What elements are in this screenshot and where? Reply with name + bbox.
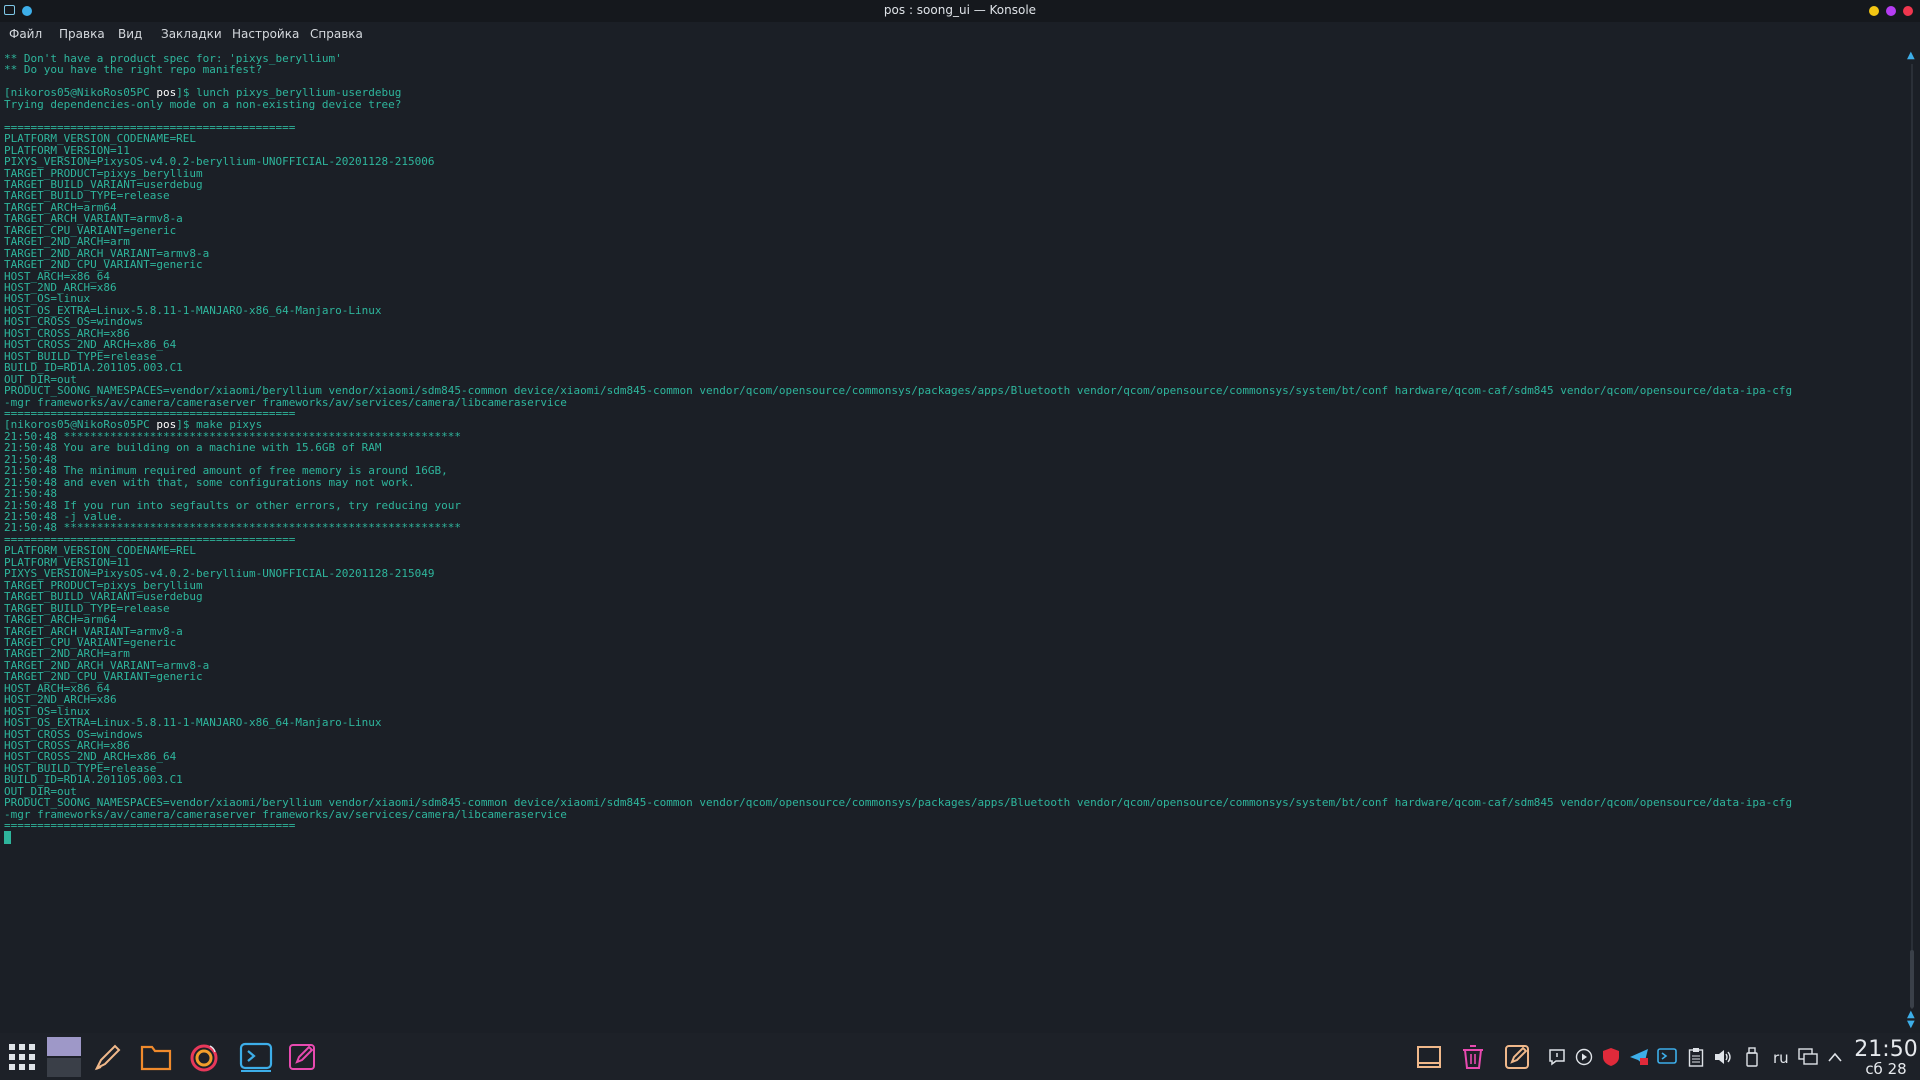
dolphin-icon[interactable] [140,1041,172,1073]
chevron-up-icon[interactable] [1825,1047,1845,1067]
konsole-tray-icon[interactable] [1657,1047,1677,1067]
firefox-icon[interactable] [188,1041,220,1073]
menu-settings[interactable]: Настройка [232,27,299,41]
menu-edit[interactable]: Правка [59,27,105,41]
clipboard-icon[interactable] [1686,1047,1706,1067]
show-desktop-icon[interactable] [1413,1041,1445,1073]
terminal-output-line: 21:50:48 You are building on a machine w… [4,441,382,455]
window-title: pos : soong_ui — Konsole [883,3,1037,17]
notifications-icon[interactable] [1547,1047,1567,1067]
close-button[interactable] [1903,6,1913,16]
menu-bookmarks[interactable]: Закладки [161,27,222,41]
trash-icon[interactable] [1457,1041,1489,1073]
kate-icon[interactable] [92,1041,124,1073]
app-launcher-icon[interactable] [6,1041,38,1073]
taskbar: ru 21:50 сб 28 [0,1033,1920,1080]
network-icon[interactable] [1798,1047,1818,1067]
terminal-output[interactable]: ** Don't have a product spec for: 'pixys… [0,48,1900,1033]
keyboard-layout-indicator[interactable]: ru [1773,1049,1789,1067]
pager-icon[interactable] [46,1036,82,1078]
menu-file[interactable]: Файл [9,27,42,41]
volume-icon[interactable] [1713,1047,1733,1067]
minimize-button[interactable] [1869,6,1879,16]
notes-icon[interactable] [1501,1041,1533,1073]
scroll-track[interactable] [1911,64,1913,1009]
media-player-icon[interactable] [1574,1047,1594,1067]
title-bar: pos : soong_ui — Konsole [0,0,1920,22]
usb-icon[interactable] [1742,1047,1762,1067]
clock-date[interactable]: сб 28 [1852,1060,1920,1078]
terminal-scrollbar[interactable]: ▲ ▲ ▼ [1904,48,1920,1033]
terminal-output-line: Trying dependencies-only mode on a non-e… [4,97,402,111]
terminal-output-line: 21:50:48 and even with that, some config… [4,475,415,489]
terminal-output-line: ** Do you have the right repo manifest? [4,63,263,77]
scroll-up-icon[interactable]: ▲ [1907,50,1915,61]
menu-bar: Файл Правка Вид Закладки Настройка Справ… [0,22,1920,48]
maximize-button[interactable] [1886,6,1896,16]
konsole-icon[interactable] [238,1041,274,1073]
kwrite-icon[interactable] [286,1041,318,1073]
menu-help[interactable]: Справка [310,27,363,41]
clock-time[interactable]: 21:50 [1852,1037,1920,1062]
antivirus-icon[interactable] [1601,1047,1621,1067]
menu-view[interactable]: Вид [118,27,142,41]
scroll-down-icon[interactable]: ▲ ▼ [1907,1010,1915,1030]
scroll-thumb[interactable] [1910,950,1914,1008]
terminal-output-line: ========================================… [4,819,296,833]
telegram-icon[interactable] [1629,1047,1649,1067]
